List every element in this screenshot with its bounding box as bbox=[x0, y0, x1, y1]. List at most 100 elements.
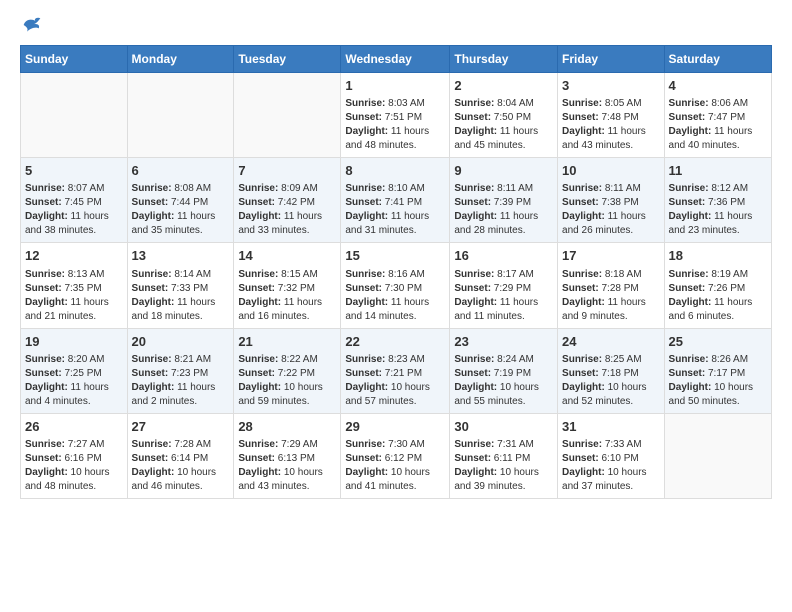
cell-content-line: Daylight: 11 hours and 11 minutes. bbox=[454, 296, 553, 324]
calendar-cell: 20Sunrise: 8:21 AMSunset: 7:23 PMDayligh… bbox=[127, 328, 234, 413]
cell-content-line: Daylight: 10 hours and 57 minutes. bbox=[345, 381, 445, 409]
col-header-tuesday: Tuesday bbox=[234, 46, 341, 73]
day-number: 1 bbox=[345, 77, 445, 95]
day-number: 14 bbox=[238, 247, 336, 265]
calendar-cell: 23Sunrise: 8:24 AMSunset: 7:19 PMDayligh… bbox=[450, 328, 558, 413]
cell-content-line: Daylight: 11 hours and 45 minutes. bbox=[454, 125, 553, 153]
cell-content-line: Daylight: 11 hours and 35 minutes. bbox=[132, 210, 230, 238]
cell-content-line: Daylight: 10 hours and 55 minutes. bbox=[454, 381, 553, 409]
calendar-cell: 29Sunrise: 7:30 AMSunset: 6:12 PMDayligh… bbox=[341, 413, 450, 498]
cell-content-line: Sunrise: 7:31 AM bbox=[454, 438, 553, 452]
cell-content-line: Daylight: 11 hours and 40 minutes. bbox=[669, 125, 767, 153]
cell-content-line: Sunset: 6:14 PM bbox=[132, 452, 230, 466]
cell-content-line: Sunset: 7:36 PM bbox=[669, 196, 767, 210]
cell-content-line: Daylight: 10 hours and 43 minutes. bbox=[238, 466, 336, 494]
cell-content-line: Sunset: 6:11 PM bbox=[454, 452, 553, 466]
cell-content-line: Sunrise: 7:27 AM bbox=[25, 438, 123, 452]
cell-content-line: Sunset: 7:51 PM bbox=[345, 111, 445, 125]
cell-content-line: Daylight: 11 hours and 23 minutes. bbox=[669, 210, 767, 238]
cell-content-line: Daylight: 10 hours and 37 minutes. bbox=[562, 466, 660, 494]
day-number: 3 bbox=[562, 77, 660, 95]
calendar-cell bbox=[234, 73, 341, 158]
calendar-cell: 10 Sunrise: 8:11 AMSunset: 7:38 PMDayligh… bbox=[558, 158, 665, 243]
day-number: 18 bbox=[669, 247, 767, 265]
day-number: 27 bbox=[132, 418, 230, 436]
cell-content-line: Sunset: 7:48 PM bbox=[562, 111, 660, 125]
cell-content-line: Daylight: 10 hours and 52 minutes. bbox=[562, 381, 660, 409]
day-number: 10 bbox=[562, 162, 660, 180]
day-number: 11 bbox=[669, 162, 767, 180]
calendar-cell: 5Sunrise: 8:07 AMSunset: 7:45 PMDaylight… bbox=[21, 158, 128, 243]
cell-content-line: Sunrise: 8:14 AM bbox=[132, 268, 230, 282]
calendar-cell: 21Sunrise: 8:22 AMSunset: 7:22 PMDayligh… bbox=[234, 328, 341, 413]
cell-content-line: Sunset: 7:30 PM bbox=[345, 282, 445, 296]
cell-content-line: Daylight: 10 hours and 50 minutes. bbox=[669, 381, 767, 409]
cell-content-line: Daylight: 10 hours and 41 minutes. bbox=[345, 466, 445, 494]
week-row-5: 26Sunrise: 7:27 AMSunset: 6:16 PMDayligh… bbox=[21, 413, 772, 498]
calendar-cell: 6Sunrise: 8:08 AMSunset: 7:44 PMDaylight… bbox=[127, 158, 234, 243]
cell-content-line: Sunset: 6:16 PM bbox=[25, 452, 123, 466]
cell-content-line: Sunrise: 8:24 AM bbox=[454, 353, 553, 367]
cell-content-line: Daylight: 11 hours and 26 minutes. bbox=[562, 210, 660, 238]
cell-content-line: Daylight: 11 hours and 28 minutes. bbox=[454, 210, 553, 238]
cell-content-line: Sunrise: 8:10 AM bbox=[345, 182, 445, 196]
cell-content-line: Sunrise: 8:04 AM bbox=[454, 97, 553, 111]
cell-content-line: Daylight: 10 hours and 59 minutes. bbox=[238, 381, 336, 409]
cell-content-line: Sunset: 7:41 PM bbox=[345, 196, 445, 210]
cell-content-line: Sunrise: 8:19 AM bbox=[669, 268, 767, 282]
cell-content-line: Sunrise: 7:33 AM bbox=[562, 438, 660, 452]
cell-content-line: Sunrise: 7:28 AM bbox=[132, 438, 230, 452]
calendar-cell: 26Sunrise: 7:27 AMSunset: 6:16 PMDayligh… bbox=[21, 413, 128, 498]
cell-content-line: Sunset: 7:35 PM bbox=[25, 282, 123, 296]
cell-content-line: Sunset: 7:47 PM bbox=[669, 111, 767, 125]
calendar-cell: 27 Sunrise: 7:28 AMSunset: 6:14 PMDayligh… bbox=[127, 413, 234, 498]
calendar-cell: 1Sunrise: 8:03 AMSunset: 7:51 PMDaylight… bbox=[341, 73, 450, 158]
col-header-monday: Monday bbox=[127, 46, 234, 73]
day-number: 19 bbox=[25, 333, 123, 351]
cell-content-line: Sunset: 7:33 PM bbox=[132, 282, 230, 296]
calendar-cell: 24Sunrise: 8:25 AMSunset: 7:18 PMDayligh… bbox=[558, 328, 665, 413]
day-number: 31 bbox=[562, 418, 660, 436]
cell-content-line: Daylight: 11 hours and 31 minutes. bbox=[345, 210, 445, 238]
cell-content-line: Sunrise: 8:25 AM bbox=[562, 353, 660, 367]
page: SundayMondayTuesdayWednesdayThursdayFrid… bbox=[0, 0, 792, 612]
cell-content-line: Sunset: 7:22 PM bbox=[238, 367, 336, 381]
header bbox=[20, 15, 772, 35]
day-number: 25 bbox=[669, 333, 767, 351]
cell-content-line: Sunrise: 8:15 AM bbox=[238, 268, 336, 282]
day-number: 28 bbox=[238, 418, 336, 436]
cell-content-line: Sunset: 7:18 PM bbox=[562, 367, 660, 381]
cell-content-line: Daylight: 11 hours and 16 minutes. bbox=[238, 296, 336, 324]
cell-content-line: Sunset: 7:44 PM bbox=[132, 196, 230, 210]
cell-content-line: Sunset: 7:28 PM bbox=[562, 282, 660, 296]
calendar-cell: 13Sunrise: 8:14 AMSunset: 7:33 PMDayligh… bbox=[127, 243, 234, 328]
cell-content-line: Daylight: 11 hours and 18 minutes. bbox=[132, 296, 230, 324]
cell-content-line: Daylight: 11 hours and 9 minutes. bbox=[562, 296, 660, 324]
calendar-cell: 9Sunrise: 8:11 AMSunset: 7:39 PMDaylight… bbox=[450, 158, 558, 243]
cell-content-line: Sunset: 7:21 PM bbox=[345, 367, 445, 381]
day-number: 4 bbox=[669, 77, 767, 95]
cell-content-line: Daylight: 11 hours and 2 minutes. bbox=[132, 381, 230, 409]
cell-content-line: Sunrise: 8:17 AM bbox=[454, 268, 553, 282]
cell-content-line: Sunrise: 8:11 AM bbox=[562, 182, 660, 196]
day-number: 8 bbox=[345, 162, 445, 180]
day-number: 22 bbox=[345, 333, 445, 351]
calendar-cell: 19Sunrise: 8:20 AMSunset: 7:25 PMDayligh… bbox=[21, 328, 128, 413]
calendar-cell: 7Sunrise: 8:09 AMSunset: 7:42 PMDaylight… bbox=[234, 158, 341, 243]
week-row-3: 12Sunrise: 8:13 AMSunset: 7:35 PMDayligh… bbox=[21, 243, 772, 328]
cell-content-line: Sunrise: 8:20 AM bbox=[25, 353, 123, 367]
cell-content-line: Sunrise: 8:11 AM bbox=[454, 182, 553, 196]
calendar-cell: 11Sunrise: 8:12 AMSunset: 7:36 PMDayligh… bbox=[664, 158, 771, 243]
cell-content-line: Sunset: 7:38 PM bbox=[562, 196, 660, 210]
day-number: 16 bbox=[454, 247, 553, 265]
cell-content-line: Daylight: 10 hours and 46 minutes. bbox=[132, 466, 230, 494]
calendar-cell: 28Sunrise: 7:29 AMSunset: 6:13 PMDayligh… bbox=[234, 413, 341, 498]
day-number: 5 bbox=[25, 162, 123, 180]
cell-content-line: Sunrise: 7:29 AM bbox=[238, 438, 336, 452]
cell-content-line: Daylight: 11 hours and 43 minutes. bbox=[562, 125, 660, 153]
cell-content-line: Sunrise: 8:13 AM bbox=[25, 268, 123, 282]
cell-content-line: Sunrise: 8:06 AM bbox=[669, 97, 767, 111]
calendar-cell: 4 Sunrise: 8:06 AMSunset: 7:47 PMDaylight… bbox=[664, 73, 771, 158]
calendar-cell: 15Sunrise: 8:16 AMSunset: 7:30 PMDayligh… bbox=[341, 243, 450, 328]
cell-content-line: Sunset: 7:50 PM bbox=[454, 111, 553, 125]
